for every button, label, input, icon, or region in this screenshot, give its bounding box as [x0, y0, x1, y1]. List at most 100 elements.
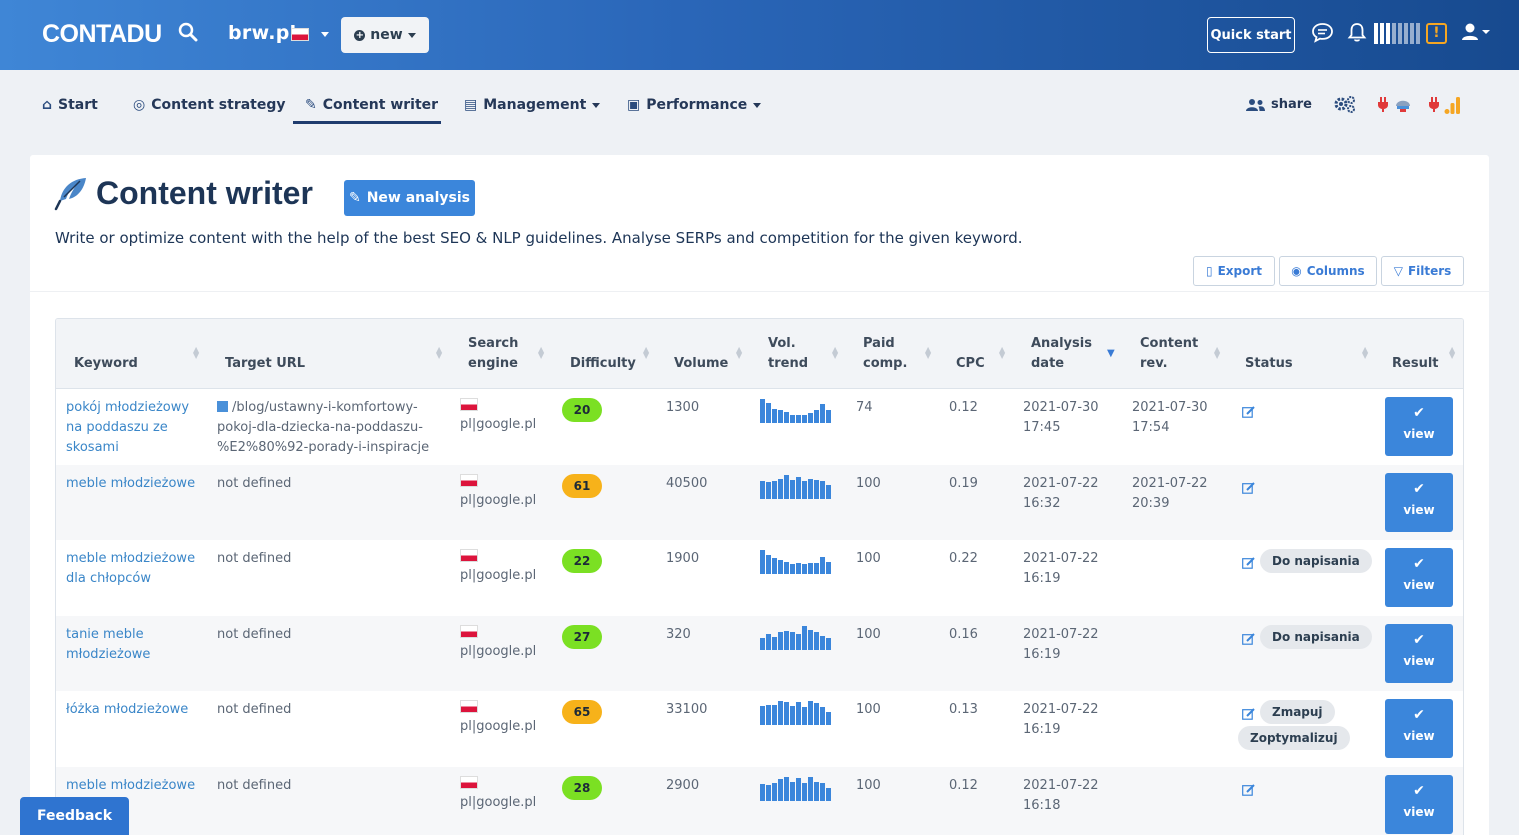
settings-gears-icon[interactable] [1334, 95, 1356, 117]
col-status[interactable]: Status [1245, 354, 1293, 374]
col-cpc[interactable]: CPC [956, 354, 985, 374]
sort-icon[interactable]: ▲ ▼ [999, 346, 1007, 360]
edit-status-icon[interactable] [1242, 554, 1255, 573]
sort-icon[interactable]: ▲ ▼ [643, 346, 651, 360]
user-menu-icon[interactable] [1461, 22, 1491, 46]
keyword-link[interactable]: pokój młodzieżowy na poddaszu ze skosami [66, 398, 206, 458]
col-difficulty[interactable]: Difficulty [570, 354, 636, 374]
sort-icon[interactable]: ▲ ▼ [1362, 346, 1370, 360]
trend-bar [766, 555, 771, 574]
view-result-button[interactable]: ✔ view [1385, 774, 1453, 834]
bell-icon[interactable] [1347, 22, 1367, 47]
warning-icon[interactable]: ! [1426, 23, 1447, 44]
table-row[interactable]: meble młodzieżowe not defined pl|google.pl… [56, 766, 1463, 835]
col-volume[interactable]: Volume [674, 354, 728, 374]
new-analysis-button[interactable]: ✎ New analysis [344, 180, 475, 216]
trend-bar [784, 562, 789, 574]
trend-bar [772, 558, 777, 574]
sort-icon[interactable]: ▲ ▼ [1449, 346, 1457, 360]
target-url: not defined [217, 702, 292, 717]
volume-value: 1900 [666, 551, 700, 566]
volume-trend-chart [760, 625, 831, 650]
trend-bar [802, 782, 807, 801]
sort-icon[interactable]: ▲ ▼ [538, 346, 546, 360]
sort-icon[interactable]: ▲ ▼ [832, 346, 840, 360]
col-search-engine[interactable]: Search engine [468, 334, 518, 374]
analysis-date: 2021-07-22 16:19 [1023, 702, 1099, 737]
filters-button[interactable]: ▽ Filters [1381, 256, 1464, 286]
keyword-link[interactable]: meble młodzieżowe [66, 776, 206, 796]
table-row[interactable]: łóżka młodzieżowe not defined pl|google.pl… [56, 691, 1463, 767]
difficulty-badge: 28 [562, 775, 602, 800]
nav-content-writer[interactable]: ✎ Content writer [305, 97, 438, 113]
col-target-url[interactable]: Target URL [225, 354, 305, 374]
paid-comp-value: 100 [856, 475, 881, 491]
columns-button[interactable]: ◉ Columns [1279, 256, 1377, 286]
sort-desc-icon[interactable]: ▼ [1107, 349, 1115, 359]
edit-status-icon[interactable] [1242, 403, 1255, 422]
col-keyword[interactable]: Keyword [74, 354, 138, 374]
table-header: Keyword ▲ ▼ Target URL ▲ ▼ Search engine ▲ ▼… [56, 319, 1463, 389]
status-badge[interactable]: Zmapuj [1260, 700, 1335, 724]
nav-start[interactable]: ⌂ Start [42, 97, 98, 113]
keyword-link[interactable]: meble młodzieżowe dla chłopców [66, 549, 206, 589]
trend-bar [778, 631, 783, 650]
col-content-rev[interactable]: Content rev. [1140, 334, 1198, 374]
trend-bar [766, 784, 771, 801]
check-icon: ✔ [1413, 782, 1425, 799]
view-result-button[interactable]: ✔ view [1385, 623, 1453, 683]
sort-icon[interactable]: ▲ ▼ [1214, 346, 1222, 360]
export-button[interactable]: ▯ Export [1193, 256, 1275, 286]
feather-icon [54, 177, 88, 215]
search-icon[interactable] [178, 22, 198, 46]
table-row[interactable]: meble młodzieżowe not defined pl|google.pl… [56, 464, 1463, 540]
keyword-link[interactable]: meble młodzieżowe [66, 474, 206, 494]
edit-status-icon[interactable] [1242, 705, 1255, 724]
status-badge[interactable]: Do napisania [1260, 624, 1372, 649]
chevron-down-icon [407, 32, 416, 38]
sort-icon[interactable]: ▲ ▼ [193, 346, 201, 360]
status-badge[interactable]: Do napisania [1260, 549, 1372, 573]
usage-meter-icon[interactable] [1374, 23, 1420, 44]
new-button[interactable]: + new [341, 17, 429, 53]
nav-content-writer-label: Content writer [322, 97, 439, 113]
nav-management[interactable]: ▤ Management [464, 97, 601, 113]
keyword-link[interactable]: łóżka młodzieżowe [66, 700, 206, 720]
col-result[interactable]: Result [1392, 354, 1439, 374]
col-paid-comp[interactable]: Paid comp. [863, 334, 907, 374]
trend-bar [766, 403, 771, 423]
edit-status-icon[interactable] [1242, 781, 1255, 800]
table-row[interactable]: tanie meble młodzieżowe not defined pl|goog… [56, 615, 1463, 691]
sort-icon[interactable]: ▲ ▼ [436, 346, 444, 360]
share-button[interactable]: share [1246, 97, 1312, 112]
col-analysis-date[interactable]: Analysis date [1031, 334, 1092, 374]
sort-icon[interactable]: ▲ ▼ [736, 346, 744, 360]
view-result-button[interactable]: ✔ view [1385, 472, 1453, 532]
trend-bar [760, 399, 765, 423]
status-badge[interactable]: Zoptymalizuj [1238, 726, 1350, 750]
table-row[interactable]: pokój młodzieżowy na poddaszu ze skosami/b… [56, 389, 1463, 465]
trend-bar [802, 480, 807, 499]
view-result-button[interactable]: ✔ view [1385, 548, 1453, 607]
view-result-button[interactable]: ✔ view [1385, 699, 1453, 758]
nav-performance[interactable]: ▣ Performance [627, 97, 762, 113]
trend-bar [814, 563, 819, 574]
table-row[interactable]: meble młodzieżowe dla chłopców not defined… [56, 540, 1463, 616]
keyword-link[interactable]: tanie meble młodzieżowe [66, 625, 206, 665]
logo[interactable]: CONTADU [42, 20, 162, 49]
sort-icon[interactable]: ▲ ▼ [925, 346, 933, 360]
view-result-button[interactable]: ✔ view [1385, 397, 1453, 456]
integration-analytics-icon[interactable] [1429, 95, 1463, 119]
nav-content-strategy[interactable]: ◎ Content strategy [133, 97, 286, 113]
quick-start-button[interactable]: Quick start [1207, 17, 1295, 53]
feedback-button[interactable]: Feedback [20, 797, 129, 835]
integration-drive-icon[interactable] [1378, 95, 1412, 117]
domain-selector[interactable]: brw.pl [228, 22, 329, 44]
edit-status-icon[interactable] [1242, 630, 1255, 649]
chat-icon[interactable] [1311, 22, 1334, 47]
target-url[interactable]: /blog/ustawny-i-komfortowy-pokoj-dla-dzi… [217, 398, 447, 458]
volume-trend-chart [760, 399, 831, 423]
edit-status-icon[interactable] [1242, 479, 1255, 498]
trend-bar [820, 635, 825, 650]
col-vol-trend[interactable]: Vol. trend [768, 334, 808, 374]
